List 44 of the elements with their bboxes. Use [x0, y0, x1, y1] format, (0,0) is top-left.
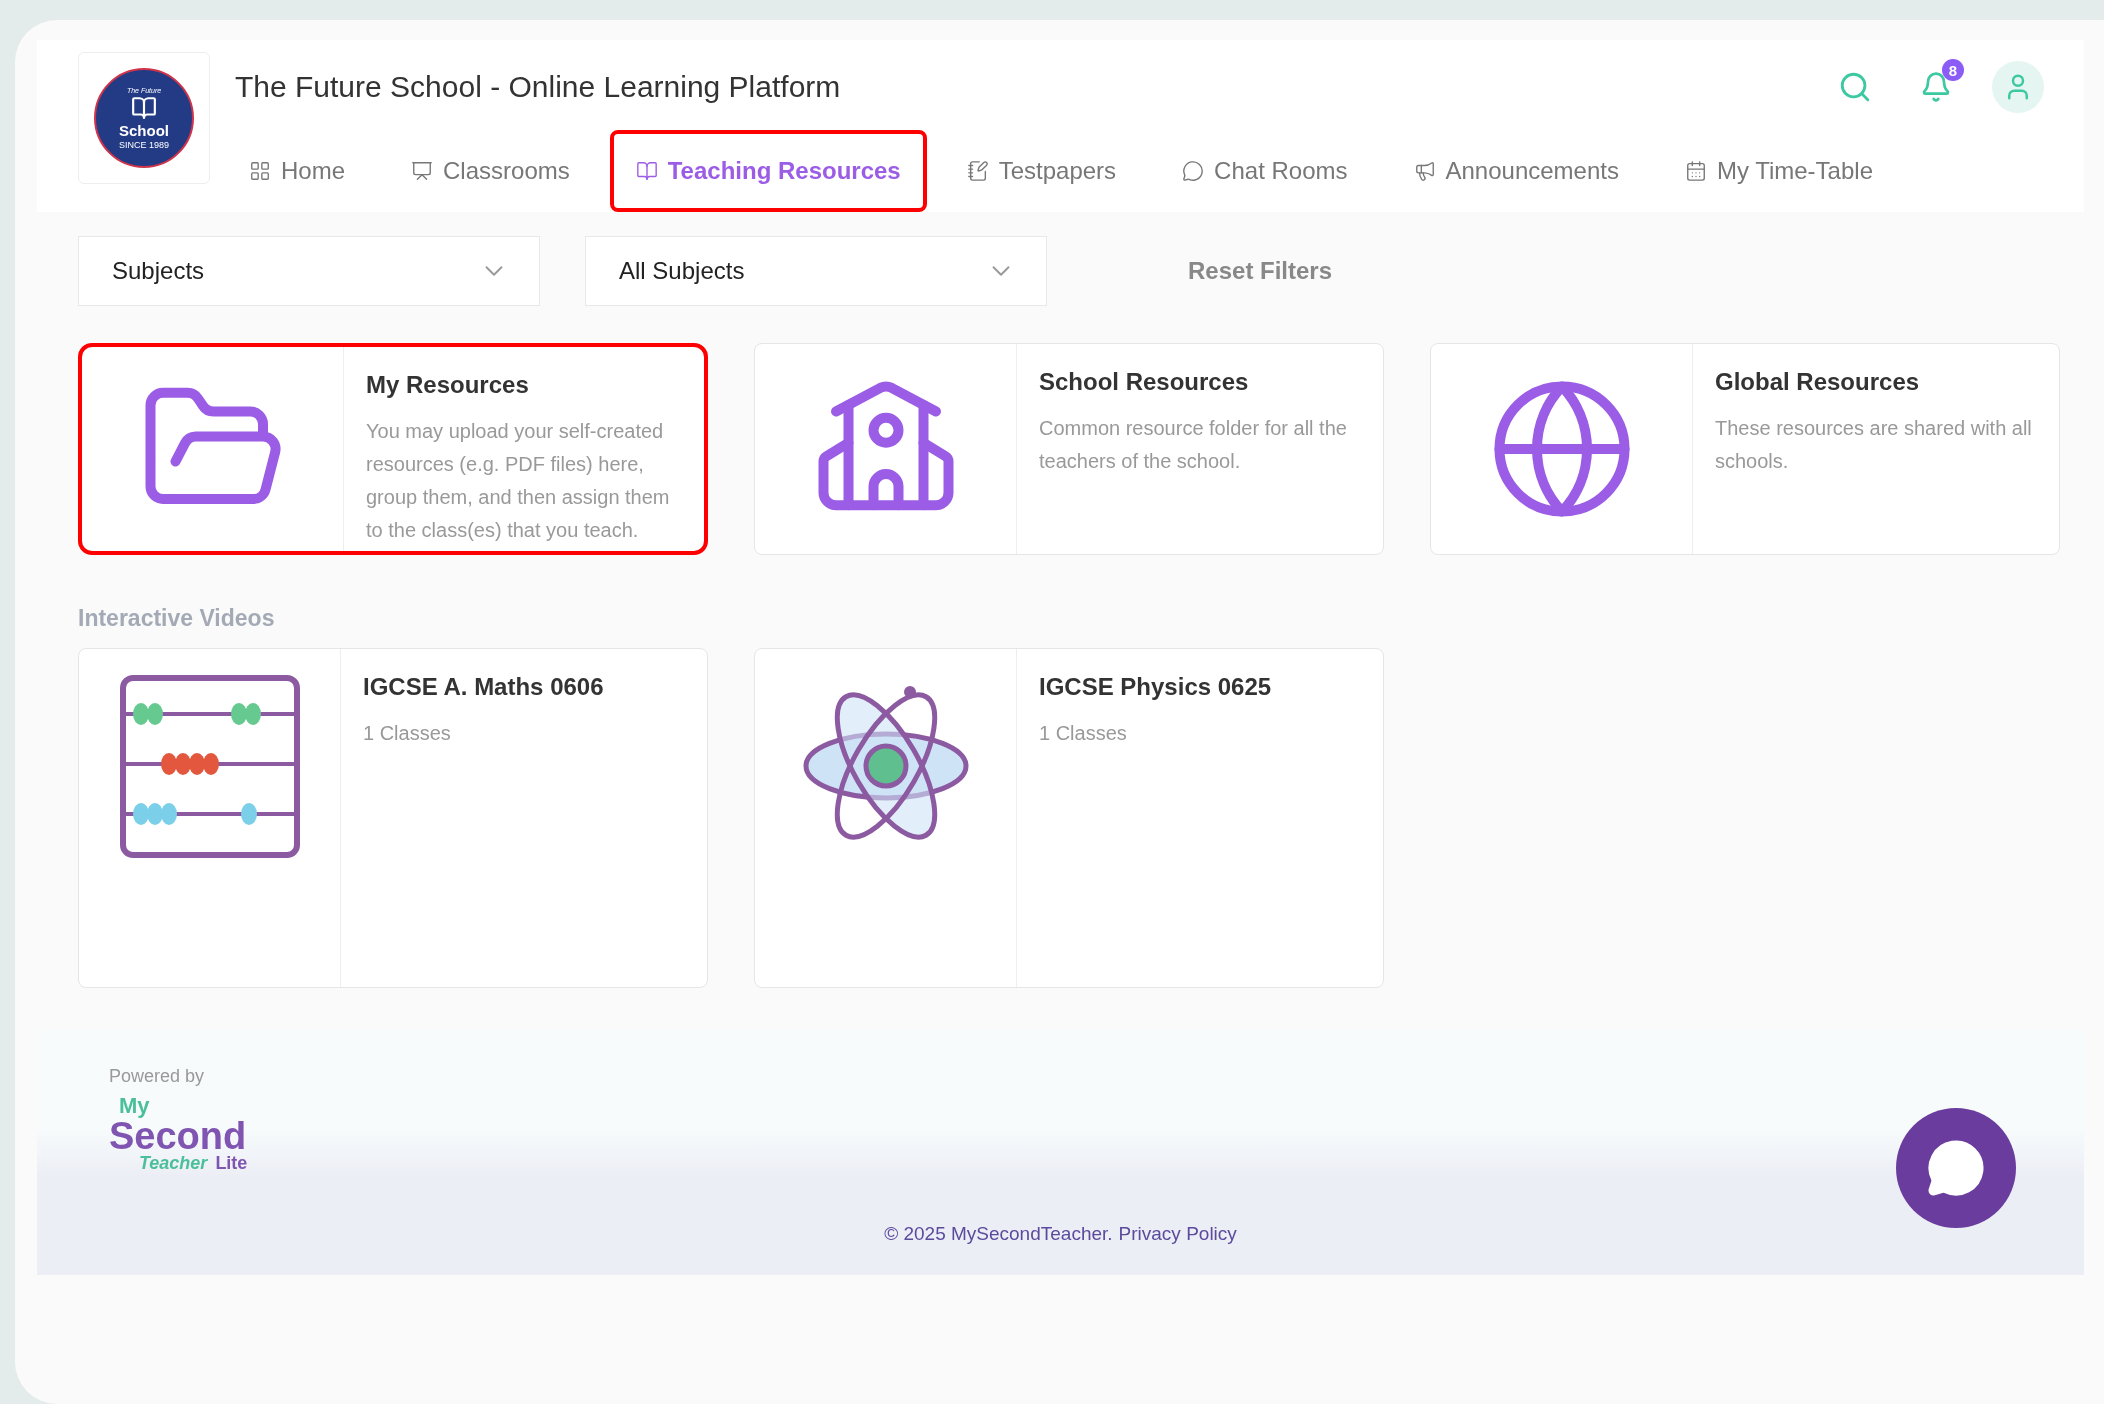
card-title: Global Resources — [1715, 368, 1921, 396]
powered-by-text: Powered by — [109, 1066, 206, 1087]
class-count: 1 Classes — [363, 721, 452, 746]
brand-logo: My Second Teacher Lite — [109, 1093, 249, 1174]
book-icon — [635, 160, 658, 182]
card-title: IGCSE Physics 0625 — [1039, 673, 1273, 701]
card-title: School Resources — [1039, 368, 1250, 396]
resource-card[interactable]: Global Resources These resources are shared with all schools. — [1430, 343, 2060, 555]
card-description: These resources are shared with all schools. — [1715, 416, 2033, 474]
card-description: Common resource folder for all the teachers of the school. — [1039, 416, 1348, 474]
video-card[interactable]: IGCSE Physics 0625 1 Classes — [754, 648, 1384, 988]
grid-icon — [249, 160, 271, 182]
card-title: My Resources — [366, 371, 530, 399]
megaphone-icon — [1413, 160, 1436, 182]
card-description: You may upload your self-created resources (e.g. PDF files) here, group them, and then assign them to the class(es) that you teach. — [366, 419, 671, 543]
logo-text: School — [119, 121, 169, 139]
chat-bubble-icon — [1182, 160, 1205, 182]
section-title: Interactive Videos — [78, 605, 276, 632]
nav-tab[interactable]: My Time-Table — [1658, 130, 1899, 212]
nav-tab[interactable]: Home — [223, 130, 372, 212]
nav-tab[interactable]: Classrooms — [385, 130, 596, 212]
copyright-text: © 2025 MySecondTeacher. — [884, 1223, 1113, 1245]
book-icon — [131, 94, 157, 121]
nav-tab[interactable]: Announcements — [1387, 130, 1645, 212]
notification-count: 8 — [1942, 59, 1964, 81]
subject-dropdown[interactable]: Subjects — [78, 236, 540, 306]
platform-title: The Future School - Online Learning Platform — [235, 70, 842, 104]
calendar-icon — [1684, 160, 1707, 182]
nav-tab[interactable]: Testpapers — [940, 130, 1143, 212]
abacus-icon — [118, 674, 301, 859]
nav-tab[interactable]: Teaching Resources — [609, 130, 927, 212]
resource-card[interactable]: My Resources You may upload your self-created resources (e.g. PDF files) here, group them, and then assign them to the class(es) that you teach. — [78, 343, 708, 555]
card-title: IGCSE A. Maths 0606 — [363, 673, 605, 701]
chat-bubble-icon — [1926, 1138, 1986, 1198]
privacy-policy-link[interactable]: Privacy Policy — [1118, 1223, 1237, 1245]
reset-filters-button[interactable]: Reset Filters — [1182, 256, 1339, 286]
notebook-icon — [966, 160, 989, 182]
resource-card[interactable]: School Resources Common resource folder for all the teachers of the school. — [754, 343, 1384, 555]
logo-text: SINCE 1989 — [119, 139, 169, 150]
presentation-board-icon — [411, 160, 434, 182]
class-count: 1 Classes — [1039, 721, 1128, 746]
subject-dropdown[interactable]: All Subjects — [585, 236, 1047, 306]
video-card[interactable]: IGCSE A. Maths 0606 1 Classes — [78, 648, 708, 988]
nav-tab[interactable]: Chat Rooms — [1156, 130, 1374, 212]
